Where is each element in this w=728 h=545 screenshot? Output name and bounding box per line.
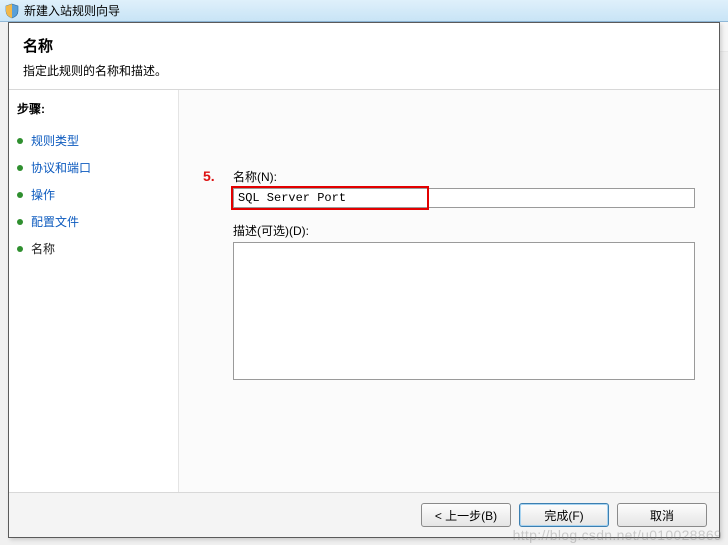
steps-sidebar: 步骤: 规则类型 协议和端口 操作 配置文件 名称 <box>9 90 179 492</box>
step-action[interactable]: 操作 <box>15 181 172 208</box>
step-label: 协议和端口 <box>31 159 91 176</box>
bullet-icon <box>17 219 23 225</box>
form-area: 名称(N): 描述(可选)(D): <box>233 168 701 383</box>
back-button[interactable]: < 上一步(B) <box>421 503 511 527</box>
step-rule-type[interactable]: 规则类型 <box>15 127 172 154</box>
step-protocol-port[interactable]: 协议和端口 <box>15 154 172 181</box>
name-input-row <box>233 188 701 208</box>
wizard-main: 5. 名称(N): 描述(可选)(D): <box>179 90 719 492</box>
wizard-dialog: 名称 指定此规则的名称和描述。 步骤: 规则类型 协议和端口 操作 配置文件 <box>8 22 720 538</box>
steps-heading: 步骤: <box>15 100 172 117</box>
step-label: 名称 <box>31 240 55 257</box>
wizard-body: 步骤: 规则类型 协议和端口 操作 配置文件 名称 5 <box>9 90 719 492</box>
step-label: 规则类型 <box>31 132 79 149</box>
wizard-footer: < 上一步(B) 完成(F) 取消 <box>9 492 719 537</box>
bullet-icon <box>17 138 23 144</box>
bullet-icon <box>17 165 23 171</box>
annotation-number: 5. <box>203 168 215 184</box>
bullet-icon <box>17 192 23 198</box>
finish-button[interactable]: 完成(F) <box>519 503 609 527</box>
page-subtitle: 指定此规则的名称和描述。 <box>23 62 705 79</box>
step-label: 配置文件 <box>31 213 79 230</box>
parent-window-title: 新建入站规则向导 <box>24 2 120 19</box>
name-label: 名称(N): <box>233 168 701 185</box>
parent-window-titlebar: 新建入站规则向导 <box>0 0 728 22</box>
shield-icon <box>4 3 20 19</box>
page-title: 名称 <box>23 35 705 56</box>
bullet-icon <box>17 246 23 252</box>
description-label: 描述(可选)(D): <box>233 222 701 239</box>
cancel-button[interactable]: 取消 <box>617 503 707 527</box>
step-name[interactable]: 名称 <box>15 235 172 262</box>
step-profile[interactable]: 配置文件 <box>15 208 172 235</box>
step-label: 操作 <box>31 186 55 203</box>
name-input[interactable] <box>233 188 695 208</box>
wizard-header: 名称 指定此规则的名称和描述。 <box>9 23 719 90</box>
description-input[interactable] <box>233 242 695 380</box>
